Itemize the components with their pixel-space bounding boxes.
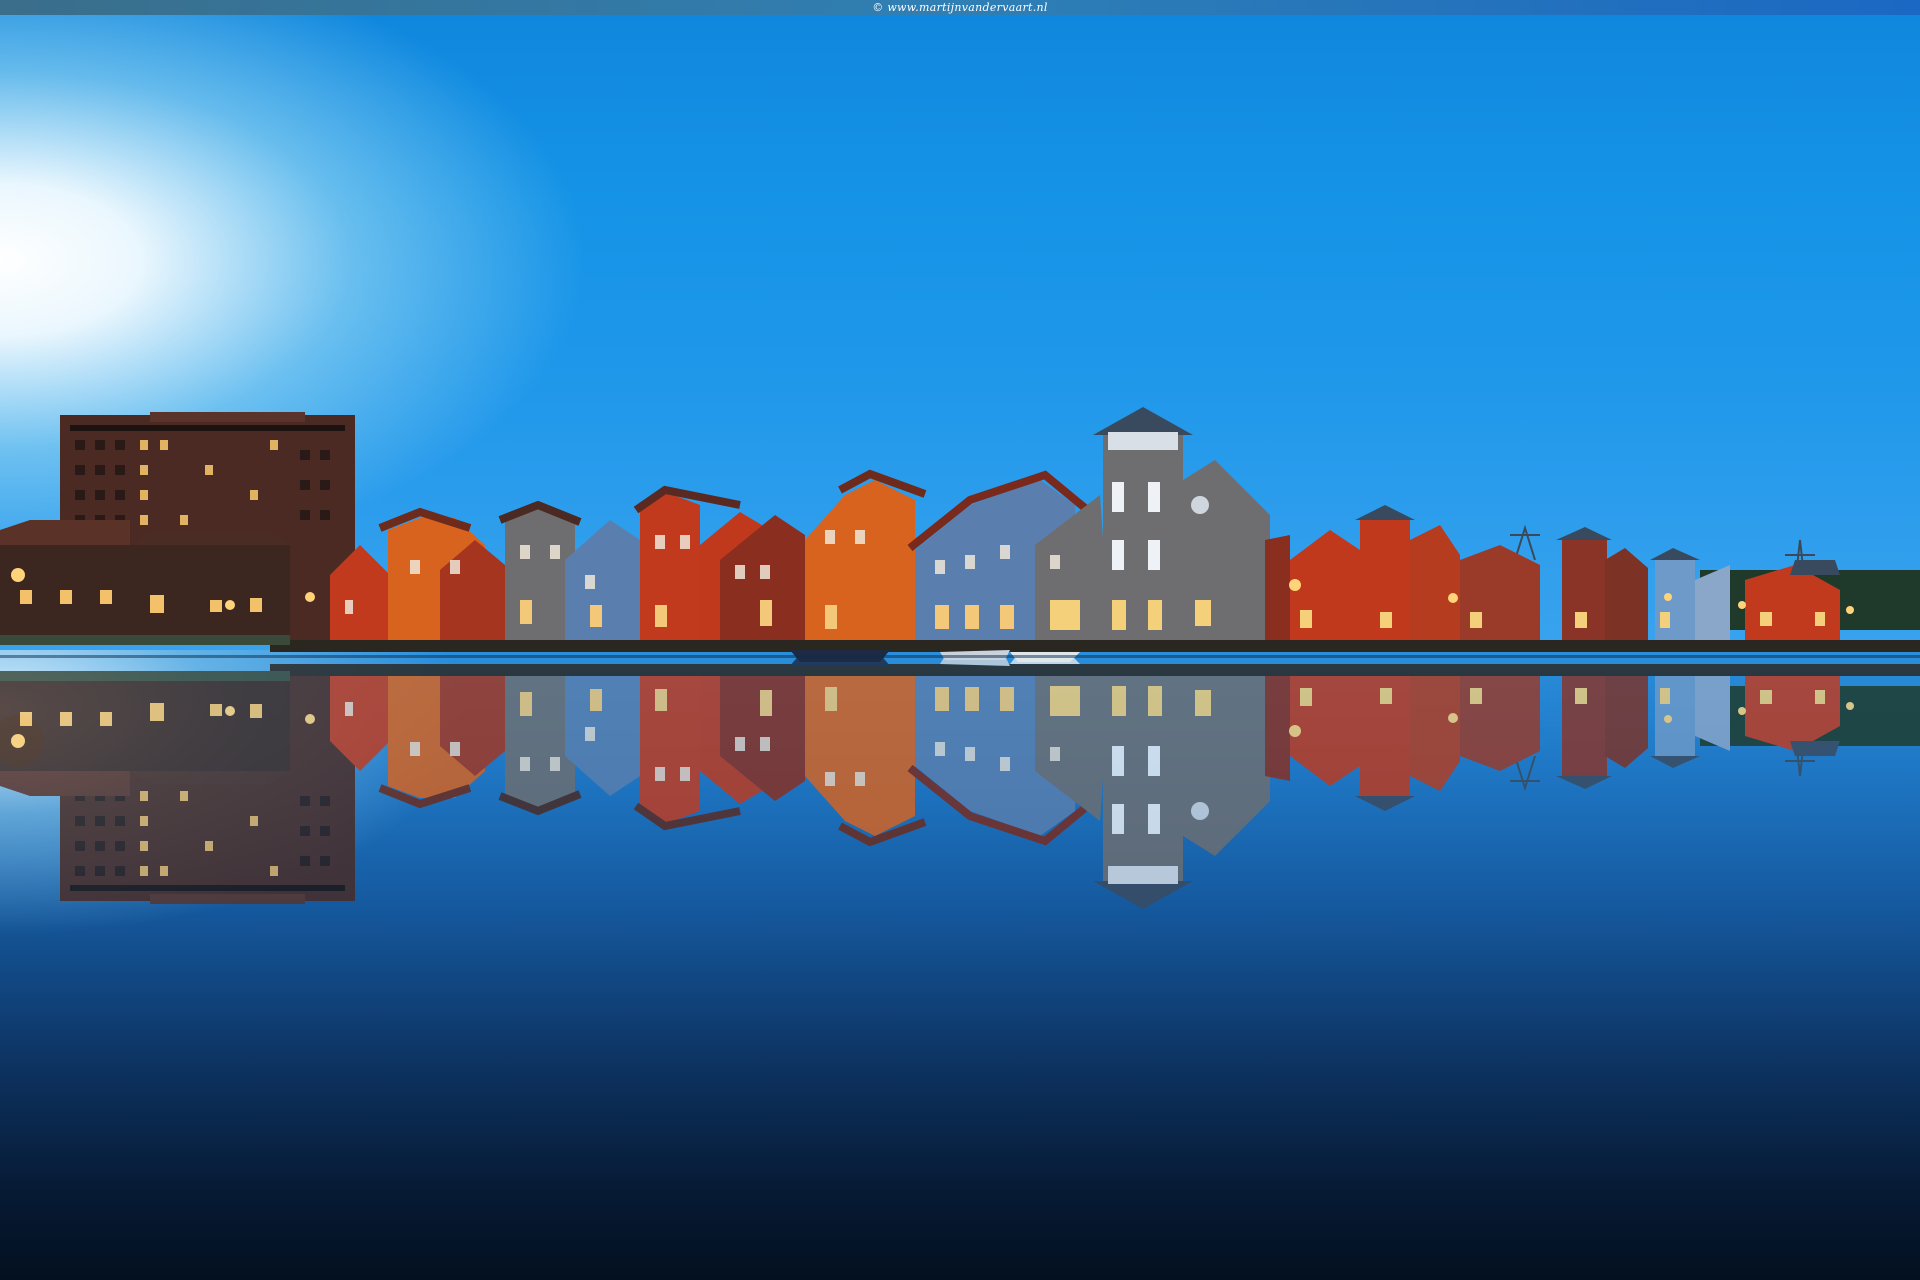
waterfront-scene <box>0 0 1920 1280</box>
photo-credit: © www.martijnvandervaart.nl <box>872 1 1048 14</box>
water-reflection <box>0 654 1920 909</box>
watermark-bar: © www.martijnvandervaart.nl <box>0 0 1920 15</box>
buildings <box>0 407 1920 662</box>
waterfront-houses <box>0 0 1920 1280</box>
waterline <box>0 655 1920 658</box>
